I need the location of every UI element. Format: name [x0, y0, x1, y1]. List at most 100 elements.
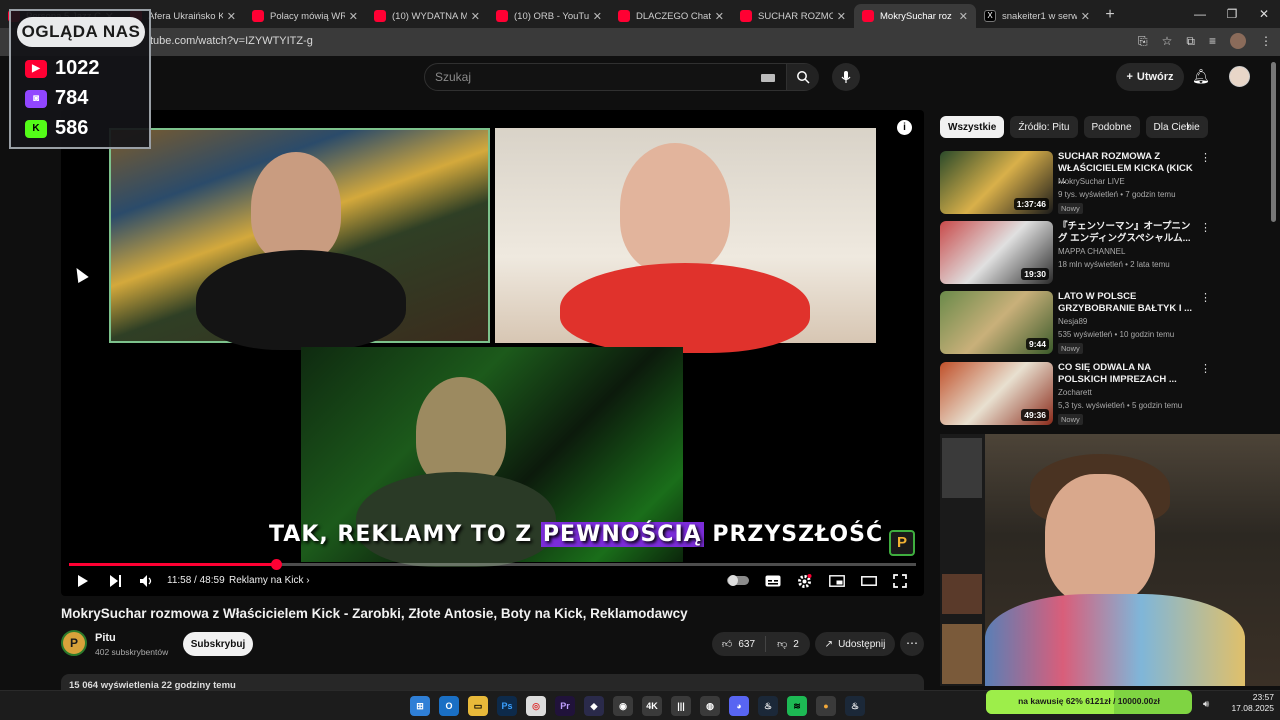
browser-tab[interactable]: MokrySuchar roz ✕: [854, 4, 976, 28]
audio-app-icon[interactable]: |||: [671, 696, 691, 716]
recommended-channel[interactable]: MAPPA CHANNEL: [1058, 247, 1125, 256]
photoshop-icon[interactable]: Ps: [497, 696, 517, 716]
recommended-video[interactable]: 19:30 『チェンソーマン』オープニング エンディングスペシャルム... MAPP…: [940, 221, 1212, 285]
minimize-icon[interactable]: —: [1184, 0, 1216, 28]
autoplay-toggle[interactable]: [727, 575, 749, 586]
spotify-icon[interactable]: ≋: [787, 696, 807, 716]
close-tab-icon[interactable]: ✕: [959, 10, 968, 23]
browser-menu-icon[interactable]: ⋮: [1260, 34, 1272, 48]
video-player[interactable]: TAK, REKLAMY TO Z PEWNOŚCIĄ PRZYSZŁOŚĆ i…: [61, 110, 924, 596]
close-tab-icon[interactable]: ✕: [715, 10, 724, 23]
settings-gear-icon[interactable]: [797, 574, 812, 589]
discord-icon[interactable]: ◕: [729, 696, 749, 716]
browser-profile-avatar[interactable]: [1230, 33, 1246, 49]
cast-icon[interactable]: ⎘: [1138, 34, 1148, 49]
browser-tab[interactable]: (10) ORB - YouTube ✕: [488, 4, 610, 28]
page-scrollbar[interactable]: [1271, 62, 1276, 222]
miniplayer-icon[interactable]: [829, 575, 845, 587]
clip-thumb[interactable]: [942, 574, 982, 614]
extensions-icon[interactable]: ⧉: [1186, 34, 1195, 49]
app-icon[interactable]: ◆: [584, 696, 604, 716]
outlook-icon[interactable]: O: [439, 696, 459, 716]
info-icon[interactable]: i: [897, 120, 912, 135]
close-tab-icon[interactable]: ✕: [593, 10, 602, 23]
progress-bar[interactable]: [69, 559, 916, 570]
notifications-bell-icon[interactable]: 🔔︎: [1192, 68, 1210, 85]
video-thumbnail[interactable]: 9:44: [940, 291, 1053, 354]
close-tab-icon[interactable]: ✕: [837, 10, 846, 23]
browser-tab[interactable]: SUCHAR ROZMOWA ✕: [732, 4, 854, 28]
filter-chip[interactable]: Źródło: Pitu: [1010, 116, 1078, 138]
chevron-right-icon[interactable]: ›: [1186, 119, 1190, 133]
new-tab-icon[interactable]: +: [1098, 6, 1122, 24]
start-windows-icon[interactable]: ⊞: [410, 696, 430, 716]
close-tab-icon[interactable]: ✕: [227, 10, 236, 23]
4k-app-icon[interactable]: 4K: [642, 696, 662, 716]
filter-chip[interactable]: Dla Ciebie: [1145, 116, 1208, 138]
volume-icon[interactable]: [139, 574, 155, 588]
create-button[interactable]: + Utwórz: [1116, 63, 1184, 91]
recommended-channel[interactable]: Zocharett: [1058, 388, 1092, 397]
clip-thumb[interactable]: [942, 438, 982, 498]
browser-tab[interactable]: Xsnakeiter1 w serwisie ✕: [976, 4, 1098, 28]
more-actions-button[interactable]: ⋯: [900, 632, 924, 656]
voice-search-button[interactable]: [832, 63, 860, 91]
system-clock[interactable]: 23:57 17.08.2025: [1222, 692, 1274, 714]
video-thumbnail[interactable]: 19:30: [940, 221, 1053, 284]
search-button[interactable]: [786, 64, 819, 90]
channel-watermark[interactable]: P: [889, 530, 915, 556]
chapter-button[interactable]: Reklamy na Kick ›: [229, 575, 310, 586]
recommended-video[interactable]: 49:36 CO SIĘ ODWALA NA POLSKICH IMPREZACH…: [940, 362, 1212, 426]
subtitles-icon[interactable]: [765, 575, 781, 587]
steam-icon[interactable]: ♨: [845, 696, 865, 716]
keyboard-icon[interactable]: [761, 74, 775, 82]
speaker-icon[interactable]: 🔊︎: [1203, 699, 1209, 710]
recommended-video[interactable]: 1:37:46 SUCHAR ROZMOWA Z WŁAŚCICIELEM KIC…: [940, 151, 1212, 215]
play-icon[interactable]: [77, 574, 89, 588]
theater-mode-icon[interactable]: [861, 576, 877, 586]
maximize-icon[interactable]: ❐: [1216, 0, 1248, 28]
subscribe-button[interactable]: Subskrybuj: [183, 632, 253, 656]
url-text[interactable]: tube.com/watch?v=IZYWTYITZ-g: [150, 35, 313, 47]
recommended-channel[interactable]: MokrySuchar LIVE: [1058, 177, 1125, 186]
clip-thumb[interactable]: [942, 624, 982, 684]
recommended-title[interactable]: 『チェンソーマン』オープニング エンディングスペシャルム...: [1058, 221, 1198, 245]
video-thumbnail[interactable]: 1:37:46: [940, 151, 1053, 214]
close-window-icon[interactable]: ✕: [1248, 0, 1280, 28]
app-icon[interactable]: ◉: [613, 696, 633, 716]
obs-icon[interactable]: ◍: [700, 696, 720, 716]
chrome-icon[interactable]: ◎: [526, 696, 546, 716]
bookmark-star-icon[interactable]: ☆: [1162, 34, 1173, 48]
channel-avatar[interactable]: P: [61, 630, 87, 656]
more-options-icon[interactable]: ⋮: [1200, 221, 1211, 234]
browser-tab[interactable]: Polacy mówią WRACA ✕: [244, 4, 366, 28]
dislike-button[interactable]: 👎︎ 2: [766, 638, 810, 651]
file-explorer-icon[interactable]: ▭: [468, 696, 488, 716]
media-control-icon[interactable]: ≡: [1209, 34, 1216, 48]
recommended-video[interactable]: 9:44 LATO W POLSCE GRZYBOBRANIE BAŁTYK I …: [940, 291, 1212, 355]
like-button[interactable]: 👍︎ 637: [712, 636, 766, 652]
more-options-icon[interactable]: ⋮: [1200, 291, 1211, 304]
close-tab-icon[interactable]: ✕: [349, 10, 358, 23]
fullscreen-icon[interactable]: [893, 574, 907, 588]
share-button[interactable]: ↗ Udostępnij: [815, 632, 895, 656]
app-icon[interactable]: ●: [816, 696, 836, 716]
scrubber-handle[interactable]: [270, 559, 282, 570]
video-thumbnail[interactable]: 49:36: [940, 362, 1053, 425]
recommended-title[interactable]: CO SIĘ ODWALA NA POLSKICH IMPREZACH ...: [1058, 362, 1198, 386]
search-input[interactable]: [435, 69, 755, 85]
more-options-icon[interactable]: ⋮: [1200, 362, 1211, 375]
more-options-icon[interactable]: ⋮: [1200, 151, 1211, 164]
filter-chip[interactable]: Wszystkie: [940, 116, 1005, 138]
browser-tab[interactable]: (10) WYDATNA MATC ✕: [366, 4, 488, 28]
steam-icon[interactable]: ♨: [758, 696, 778, 716]
close-tab-icon[interactable]: ✕: [471, 10, 480, 23]
account-avatar[interactable]: [1229, 66, 1250, 87]
recommended-channel[interactable]: Nesja89: [1058, 317, 1087, 326]
recommended-title[interactable]: LATO W POLSCE GRZYBOBRANIE BAŁTYK I ...: [1058, 291, 1198, 315]
premiere-icon[interactable]: Pr: [555, 696, 575, 716]
next-icon[interactable]: [109, 574, 122, 588]
filter-chip[interactable]: Podobne: [1083, 116, 1140, 138]
browser-tab[interactable]: DLACZEGO ChatGPT ✕: [610, 4, 732, 28]
channel-name[interactable]: Pitu: [95, 632, 116, 644]
